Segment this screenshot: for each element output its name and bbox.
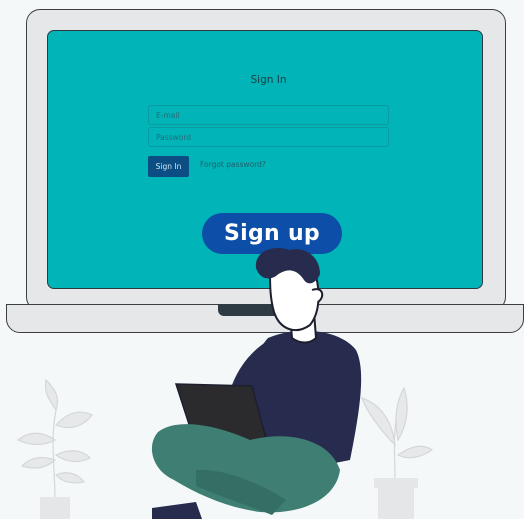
person-shoe-icon bbox=[152, 502, 202, 519]
person-with-laptop-illustration bbox=[151, 248, 362, 519]
scene: Sign In Sign In Forgot password? Sign up bbox=[0, 0, 524, 519]
